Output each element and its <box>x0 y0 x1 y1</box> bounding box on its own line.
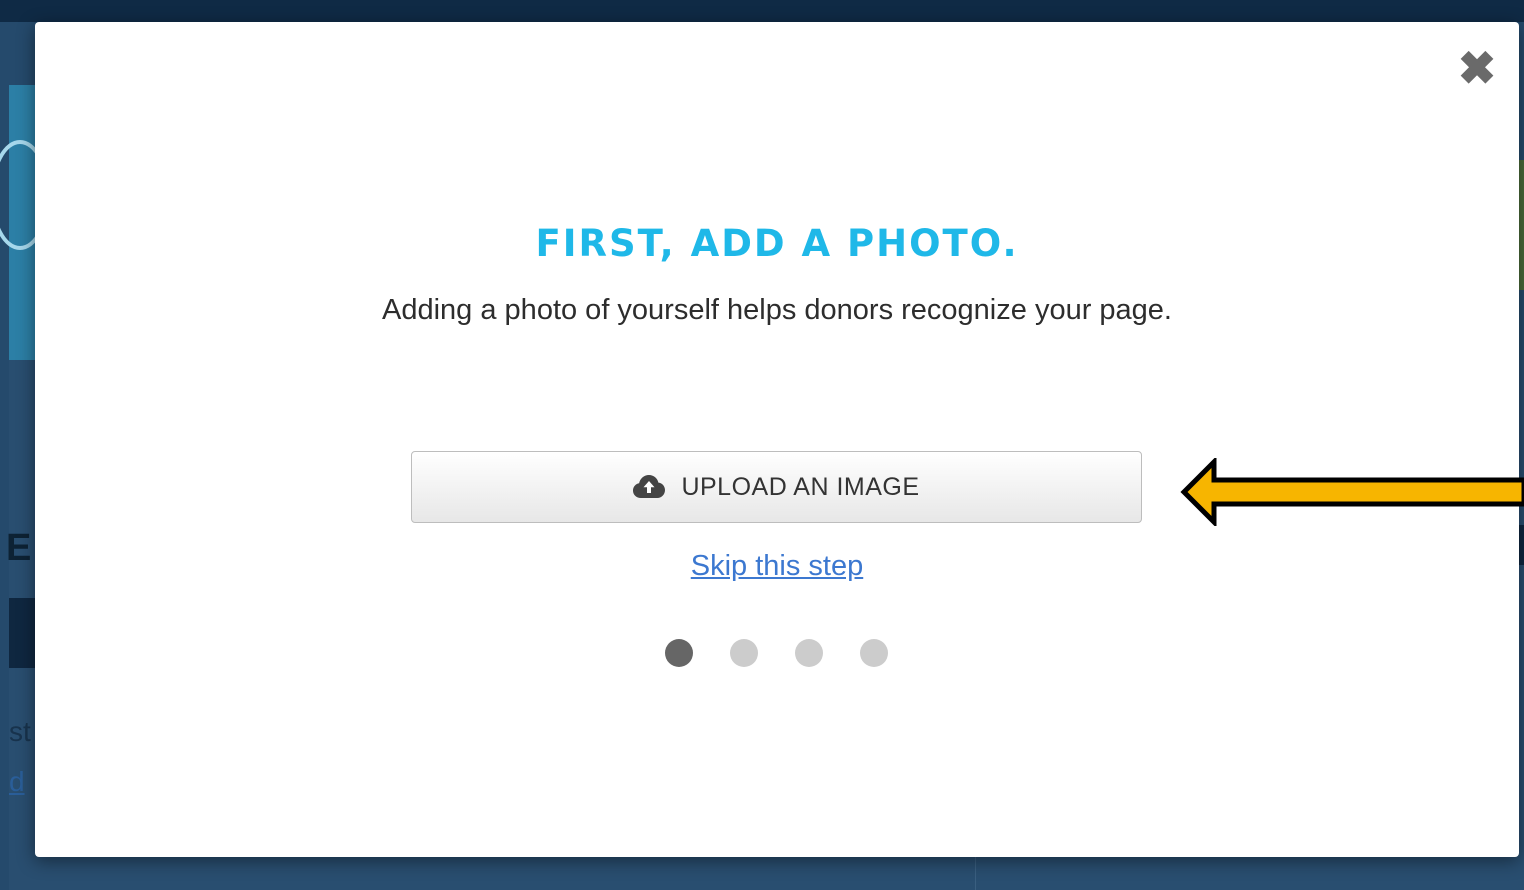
background-divider <box>975 855 976 890</box>
background-link: d <box>9 766 25 797</box>
skip-step-link[interactable]: Skip this step <box>691 550 863 582</box>
modal-title: FIRST, ADD A PHOTO. <box>535 222 1019 265</box>
background-text: st <box>9 716 31 747</box>
yellow-arrow-left-icon <box>1180 458 1524 526</box>
upload-image-button[interactable]: UPLOAD AN IMAGE <box>411 451 1142 523</box>
close-x-icon: ✖ <box>1457 42 1497 94</box>
step-dot-2[interactable] <box>730 639 758 667</box>
background-top-bar <box>0 0 1524 22</box>
step-dot-1[interactable] <box>665 639 693 667</box>
step-dot-3[interactable] <box>795 639 823 667</box>
modal-subtitle: Adding a photo of yourself helps donors … <box>382 294 1172 326</box>
add-photo-modal: ✖ FIRST, ADD A PHOTO. Adding a photo of … <box>35 22 1519 857</box>
skip-step-container: Skip this step <box>35 550 1519 583</box>
close-button[interactable]: ✖ <box>1457 45 1497 91</box>
upload-button-label: UPLOAD AN IMAGE <box>681 472 920 501</box>
cloud-upload-icon <box>633 475 666 498</box>
step-dot-4[interactable] <box>860 639 888 667</box>
